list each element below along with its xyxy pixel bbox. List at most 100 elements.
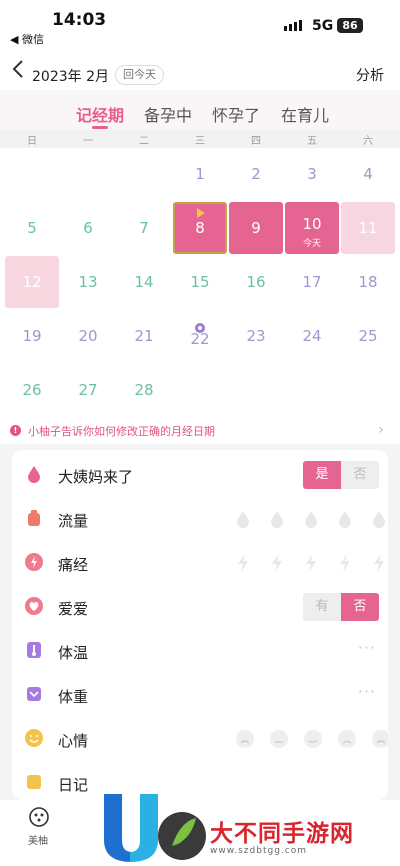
tab-trying-to-conceive[interactable]: 备孕中 bbox=[144, 102, 192, 126]
yes-button[interactable]: 有 bbox=[303, 593, 341, 621]
flow-level-selector[interactable] bbox=[235, 509, 385, 529]
calendar-day[interactable]: 15 bbox=[173, 256, 227, 308]
calendar-day[interactable]: 17 bbox=[285, 256, 339, 308]
day-number: 2 bbox=[251, 165, 261, 183]
watermark-url: www.szdbtgg.com bbox=[210, 846, 307, 856]
bolt-icon[interactable] bbox=[235, 553, 251, 573]
more-icon[interactable]: ··· bbox=[358, 638, 376, 657]
day-number: 27 bbox=[78, 381, 98, 399]
calendar-day[interactable]: 28 bbox=[117, 364, 171, 416]
calendar-day[interactable]: 16 bbox=[229, 256, 283, 308]
calendar-day[interactable]: 25 bbox=[341, 310, 395, 362]
calendar-day[interactable]: 18 bbox=[341, 256, 395, 308]
period-date-tip[interactable]: ! 小柚子告诉你如何修改正确的月经日期 › bbox=[0, 416, 400, 444]
cramp-level-selector[interactable] bbox=[235, 553, 385, 573]
record-label: 痛经 bbox=[58, 556, 89, 574]
drop-icon[interactable] bbox=[303, 509, 319, 529]
day-number: 9 bbox=[251, 219, 261, 237]
day-number: 25 bbox=[358, 327, 378, 345]
bolt-icon[interactable] bbox=[303, 553, 319, 573]
bolt-icon[interactable] bbox=[269, 553, 285, 573]
day-number: 21 bbox=[134, 327, 154, 345]
back-to-today-button[interactable]: 回今天 bbox=[115, 65, 164, 85]
network-type: 5G bbox=[312, 18, 334, 34]
calendar-day-predicted[interactable]: 12 bbox=[5, 256, 59, 308]
yes-button[interactable]: 是 bbox=[303, 461, 341, 489]
day-number: 20 bbox=[78, 327, 98, 345]
record-label: 心情 bbox=[58, 732, 89, 750]
bolt-icon[interactable] bbox=[371, 553, 387, 573]
calendar-day[interactable]: 6 bbox=[61, 202, 115, 254]
tab-pregnant[interactable]: 怀孕了 bbox=[212, 102, 260, 126]
calendar-day-selected[interactable]: 8 bbox=[173, 202, 227, 254]
day-number: 8 bbox=[195, 219, 205, 237]
calendar-grid: 1 2 3 4 5 6 7 8 9 10 今天 11 12 13 14 15 16… bbox=[0, 148, 400, 416]
calendar-day-period[interactable]: 9 bbox=[229, 202, 283, 254]
calendar-day[interactable]: 4 bbox=[341, 148, 395, 200]
day-number: 1 bbox=[195, 165, 205, 183]
drop-icon[interactable] bbox=[371, 509, 387, 529]
crying-face-icon[interactable] bbox=[235, 729, 255, 749]
lightning-icon bbox=[25, 553, 43, 571]
tip-text: 小柚子告诉你如何修改正确的月经日期 bbox=[28, 425, 215, 438]
calendar-day[interactable]: 20 bbox=[61, 310, 115, 362]
chevron-right-icon: › bbox=[378, 422, 384, 438]
calendar-day[interactable]: 2 bbox=[229, 148, 283, 200]
day-number: 24 bbox=[302, 327, 322, 345]
calendar-day[interactable]: 1 bbox=[173, 148, 227, 200]
drop-icon[interactable] bbox=[235, 509, 251, 529]
calendar-header: 2023年 2月 回今天 分析 bbox=[0, 50, 400, 90]
drop-icon[interactable] bbox=[337, 509, 353, 529]
record-row-flow: 流量 bbox=[12, 496, 388, 540]
record-label: 日记 bbox=[58, 776, 89, 794]
weekday-label: 日 bbox=[27, 136, 37, 147]
calendar-day[interactable]: 5 bbox=[5, 202, 59, 254]
calendar-day[interactable]: 21 bbox=[117, 310, 171, 362]
record-row-weight[interactable]: 体重 ··· bbox=[12, 672, 388, 716]
nav-label[interactable]: 美柚 bbox=[28, 832, 48, 847]
more-icon[interactable]: ··· bbox=[358, 682, 376, 701]
drop-icon[interactable] bbox=[269, 509, 285, 529]
calendar-day[interactable]: 23 bbox=[229, 310, 283, 362]
calendar-day[interactable]: 19 bbox=[5, 310, 59, 362]
no-button[interactable]: 否 bbox=[341, 593, 379, 621]
calendar-day[interactable]: 24 bbox=[285, 310, 339, 362]
tab-parenting[interactable]: 在育儿 bbox=[281, 102, 329, 126]
day-number: 19 bbox=[22, 327, 42, 345]
scale-icon bbox=[27, 687, 41, 701]
meiyou-logo-icon[interactable] bbox=[28, 806, 50, 828]
weekday-label: 六 bbox=[363, 136, 373, 147]
calendar-day-today[interactable]: 10 今天 bbox=[285, 202, 339, 254]
calendar-day[interactable]: 14 bbox=[117, 256, 171, 308]
sad-face-icon[interactable] bbox=[269, 729, 289, 749]
day-number: 15 bbox=[190, 273, 210, 291]
neutral-face-icon[interactable] bbox=[303, 729, 323, 749]
calendar-day[interactable]: 26 bbox=[5, 364, 59, 416]
back-arrow-icon[interactable] bbox=[10, 58, 28, 80]
record-row-temperature[interactable]: 体温 ··· bbox=[12, 628, 388, 672]
smiley-icon bbox=[25, 729, 43, 747]
analyze-button[interactable]: 分析 bbox=[356, 65, 384, 85]
weekday-row: 日 一 二 三 四 五 六 bbox=[0, 130, 400, 148]
calendar-day[interactable]: 27 bbox=[61, 364, 115, 416]
calendar-day[interactable]: 13 bbox=[61, 256, 115, 308]
thermometer-icon bbox=[27, 642, 41, 658]
calendar-day[interactable]: 7 bbox=[117, 202, 171, 254]
day-number: 10 bbox=[302, 215, 322, 233]
angry-face-icon[interactable] bbox=[371, 729, 388, 749]
bolt-icon[interactable] bbox=[337, 553, 353, 573]
active-tab-indicator bbox=[92, 126, 108, 129]
watermark-text: 大不同手游网 bbox=[210, 821, 354, 847]
worried-face-icon[interactable] bbox=[337, 729, 357, 749]
current-month[interactable]: 2023年 2月 bbox=[32, 66, 109, 86]
day-number: 16 bbox=[246, 273, 266, 291]
back-to-wechat-link[interactable]: ◀ 微信 bbox=[10, 31, 44, 47]
mood-selector[interactable] bbox=[235, 729, 388, 749]
no-button[interactable]: 否 bbox=[341, 461, 379, 489]
calendar-day[interactable]: 3 bbox=[285, 148, 339, 200]
calendar-day-ovulation[interactable]: 22 bbox=[173, 310, 227, 362]
battery-icon: 86 bbox=[337, 18, 363, 33]
calendar-day-predicted[interactable]: 11 bbox=[341, 202, 395, 254]
tab-period[interactable]: 记经期 bbox=[76, 102, 124, 126]
period-toggle: 是 否 bbox=[303, 461, 379, 489]
